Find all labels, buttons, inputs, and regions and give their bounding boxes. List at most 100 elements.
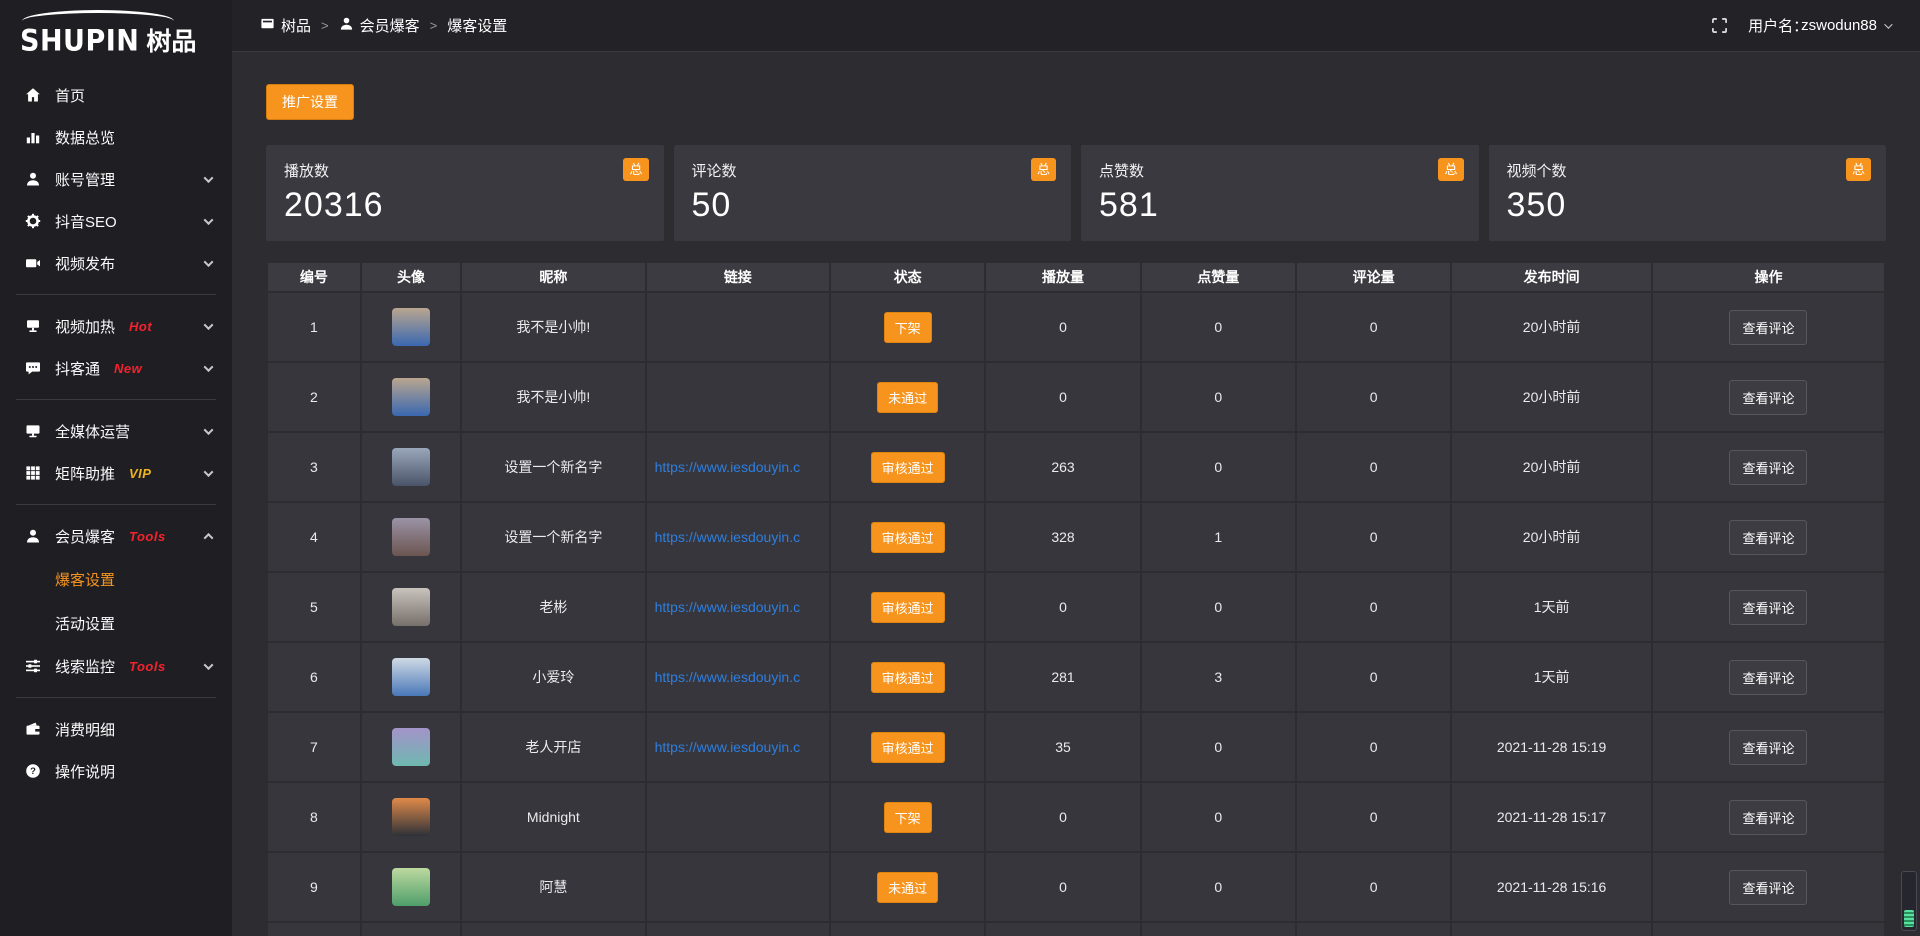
sidebar-item-account-manage[interactable]: 账号管理 [0, 158, 232, 200]
cell-time: 1天前 [1451, 572, 1652, 642]
chevron-down-icon [204, 362, 214, 372]
video-link[interactable]: https://www.iesdouyin.c [655, 529, 801, 545]
cell-plays: 281 [985, 642, 1140, 712]
user-icon [24, 527, 42, 545]
cell-nickname [461, 922, 645, 936]
sidebar-item-operation-guide[interactable]: ?操作说明 [0, 750, 232, 792]
total-badge: 总 [1438, 158, 1463, 181]
stat-card-plays: 播放数 20316 总 [266, 145, 664, 241]
cell-link [646, 782, 830, 852]
total-badge: 总 [1846, 158, 1871, 181]
chevron-down-icon [1884, 20, 1892, 28]
cell-time: 2021-11-28 15:17 [1451, 782, 1652, 852]
total-badge: 总 [623, 158, 648, 181]
scrollbar-widget[interactable] [1901, 871, 1917, 931]
cell-likes [1141, 922, 1296, 936]
view-comments-button[interactable]: 查看评论 [1729, 520, 1807, 555]
breadcrumb-item-member-baoke[interactable]: 会员爆客 [339, 15, 420, 36]
view-comments-button[interactable]: 查看评论 [1729, 380, 1807, 415]
cell-comments: 0 [1296, 852, 1451, 922]
sidebar-item-home[interactable]: 首页 [0, 74, 232, 116]
sidebar-divider [16, 504, 216, 505]
sidebar-item-label: 会员爆客 [55, 526, 115, 547]
cell-link: https://www.iesdouyin.c [646, 712, 830, 782]
table-row: 4设置一个新名字https://www.iesdouyin.c审核通过32810… [267, 502, 1885, 572]
sidebar-item-label: 全媒体运营 [55, 421, 130, 442]
cell-status: 下架 [830, 782, 985, 852]
cell-id: 5 [267, 572, 361, 642]
sidebar-item-label: 消费明细 [55, 719, 115, 740]
video-link[interactable]: https://www.iesdouyin.c [655, 739, 801, 755]
promo-settings-button[interactable]: 推广设置 [266, 84, 354, 120]
view-comments-button[interactable]: 查看评论 [1729, 310, 1807, 345]
view-comments-button[interactable]: 查看评论 [1729, 800, 1807, 835]
cell-link [646, 362, 830, 432]
column-header: 发布时间 [1451, 262, 1652, 292]
breadcrumb-item-baoke-settings[interactable]: 爆客设置 [447, 15, 507, 36]
table-row: 1我不是小帅!下架00020小时前查看评论 [267, 292, 1885, 362]
stat-card-likes: 点赞数 581 总 [1081, 145, 1479, 241]
sidebar-item-matrix-boost[interactable]: 矩阵助推VIP [0, 452, 232, 494]
table-header-row: 编号头像昵称链接状态播放量点赞量评论量发布时间操作 [267, 262, 1885, 292]
sidebar-item-baoke-settings[interactable]: 爆客设置 [0, 557, 232, 601]
view-comments-button[interactable]: 查看评论 [1729, 660, 1807, 695]
logo-text-cn: 树品 [146, 22, 196, 58]
sidebar-item-consume-detail[interactable]: 消费明细 [0, 708, 232, 750]
video-camera-icon [24, 254, 42, 272]
breadcrumb-label: 会员爆客 [360, 15, 420, 36]
user-icon [339, 16, 354, 35]
sidebar-badge-tools: Tools [129, 529, 166, 544]
video-link[interactable]: https://www.iesdouyin.c [655, 599, 801, 615]
sidebar-item-label: 数据总览 [55, 127, 115, 148]
view-comments-button[interactable]: 查看评论 [1729, 870, 1807, 905]
cell-avatar [361, 292, 461, 362]
avatar [392, 308, 430, 346]
sidebar-item-label: 账号管理 [55, 169, 115, 190]
sidebar-item-activity-settings[interactable]: 活动设置 [0, 601, 232, 645]
sidebar-item-all-media[interactable]: 全媒体运营 [0, 410, 232, 452]
cell-link [646, 922, 830, 936]
user-menu[interactable]: 用户名：zswodun88 [1748, 15, 1890, 36]
cell-id: 4 [267, 502, 361, 572]
cell-likes: 1 [1141, 502, 1296, 572]
view-comments-button[interactable]: 查看评论 [1729, 590, 1807, 625]
status-badge: 未通过 [877, 872, 938, 903]
cell-avatar [361, 782, 461, 852]
status-badge: 下架 [884, 312, 932, 343]
sidebar-item-video-publish[interactable]: 视频发布 [0, 242, 232, 284]
sidebar-item-douyin-seo[interactable]: 抖音SEO [0, 200, 232, 242]
table-row: 6小爱玲https://www.iesdouyin.c审核通过281301天前查… [267, 642, 1885, 712]
fullscreen-icon[interactable] [1711, 17, 1728, 34]
page-content: 推广设置 播放数 20316 总 评论数 50 总 点赞数 581 总 视频个数… [232, 52, 1920, 936]
cell-nickname: 小爱玲 [461, 642, 645, 712]
column-header: 点赞量 [1141, 262, 1296, 292]
cell-plays [985, 922, 1140, 936]
svg-text:?: ? [30, 766, 36, 777]
monitor-icon [24, 422, 42, 440]
cell-time: 20小时前 [1451, 362, 1652, 432]
logo-text-en: SHUPIN [20, 25, 139, 58]
video-link[interactable]: https://www.iesdouyin.c [655, 669, 801, 685]
cell-link [646, 852, 830, 922]
cell-action: 查看评论 [1652, 502, 1885, 572]
sidebar-badge-tools: Tools [129, 659, 166, 674]
video-link[interactable]: https://www.iesdouyin.c [655, 459, 801, 475]
sidebar-item-video-heat[interactable]: 视频加热Hot [0, 305, 232, 347]
topbar: 树品 > 会员爆客 > 爆客设置 用户名：zswodun8 [232, 0, 1920, 52]
cell-likes: 0 [1141, 572, 1296, 642]
cell-time: 2021-11-28 15:16 [1451, 852, 1652, 922]
chevron-down-icon [204, 215, 214, 225]
scrollbar-thumb[interactable] [1904, 910, 1914, 927]
view-comments-button[interactable]: 查看评论 [1729, 450, 1807, 485]
cell-avatar [361, 922, 461, 936]
breadcrumb-item-shupin[interactable]: 树品 [260, 15, 311, 36]
sidebar-item-douketong[interactable]: 抖客通New [0, 347, 232, 389]
stat-label: 评论数 [692, 160, 1054, 181]
sidebar-item-data-overview[interactable]: 数据总览 [0, 116, 232, 158]
sidebar-item-member-baoke[interactable]: 会员爆客 Tools [0, 515, 232, 557]
sidebar-item-clue-monitor[interactable]: 线索监控Tools [0, 645, 232, 687]
sidebar-item-label: 视频加热 [55, 316, 115, 337]
breadcrumb: 树品 > 会员爆客 > 爆客设置 [260, 15, 507, 36]
stat-value: 50 [692, 186, 1054, 225]
view-comments-button[interactable]: 查看评论 [1729, 730, 1807, 765]
